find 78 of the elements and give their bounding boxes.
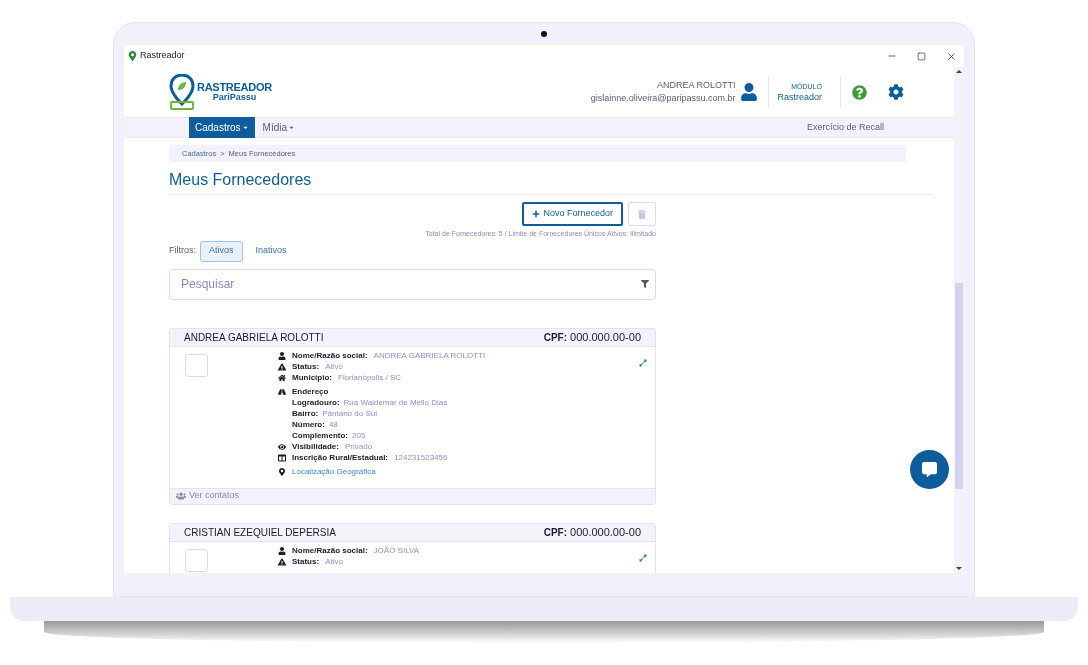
person-icon [278, 547, 286, 555]
trash-icon [638, 209, 646, 219]
filters-label: Filtros: [169, 244, 196, 258]
field-value: 48 [328, 419, 338, 431]
chat-button[interactable] [910, 450, 949, 489]
field-label: Número: [292, 419, 325, 431]
warning-icon [278, 363, 286, 371]
cpf-label: CPF: [543, 525, 568, 540]
contacts-link[interactable]: Ver contatos [189, 489, 240, 503]
field-label: Nome/Razão social: [292, 350, 368, 362]
new-supplier-button[interactable]: Novo Fornecedor [522, 202, 623, 226]
settings-icon[interactable] [888, 84, 904, 100]
supplier-name: ANDREA GABRIELA ROLOTTI [184, 330, 324, 345]
field-heading: Endereço [292, 386, 329, 398]
field-label: Status: [292, 556, 320, 568]
field-value: Ativo [325, 361, 343, 373]
scroll-up-icon[interactable] [956, 70, 962, 73]
caret-icon [288, 124, 296, 131]
field-value: Rua Waldemar de Mello Dias [343, 397, 448, 409]
cpf-label: CPF: [543, 330, 568, 345]
app-icon [128, 51, 137, 61]
field-value: ANDREA GABRIELA ROLOTTI [373, 350, 486, 362]
filter-tab[interactable]: Inativos [246, 240, 296, 262]
nav-menu[interactable]: Mídia [256, 117, 302, 138]
maximize-icon[interactable] [917, 51, 926, 61]
road-icon [278, 388, 286, 396]
cpf-value: 000.000.00-00 [570, 524, 641, 540]
field-label: Nome/Razão social: [292, 545, 368, 557]
field-value: Privado [345, 441, 373, 453]
eye-icon [278, 443, 286, 451]
map-pin-icon [278, 468, 286, 476]
chat-icon [922, 462, 937, 477]
people-icon [176, 491, 186, 501]
search-field[interactable]: Pesquisar [169, 268, 656, 300]
camera-icon [541, 31, 547, 37]
window-title: Rastreador [140, 49, 185, 63]
field-label: Inscrição Rural/Estadual: [292, 452, 389, 464]
plus-icon [532, 210, 541, 218]
expand-icon[interactable] [639, 553, 647, 562]
user-email: gislainne.oliveira@paripassu.com.br [590, 92, 736, 105]
field-label: Status: [292, 361, 320, 373]
filter-icon[interactable] [641, 279, 649, 288]
scrollbar-thumb[interactable] [955, 283, 963, 489]
page-title: Meus Fornecedores [169, 170, 313, 190]
logo-title: RASTREADOR [197, 82, 272, 93]
field-label: Complemento: [292, 430, 348, 442]
logo-subtitle: PariPassu [212, 93, 257, 102]
field-label: Visibilidade: [292, 441, 339, 453]
location-link[interactable]: Localização Geográfica [292, 466, 376, 478]
person-icon [278, 352, 286, 360]
user-name: ANDREA ROLOTTI [656, 79, 736, 92]
field-label: Logradouro: [292, 397, 340, 409]
scroll-down-icon[interactable] [956, 567, 962, 570]
caret-icon [241, 124, 249, 131]
field-value: JOÃO SILVA [373, 545, 420, 557]
field-value: Ativo [325, 556, 343, 568]
columns-icon [278, 454, 286, 462]
expand-icon[interactable] [639, 358, 647, 367]
close-icon[interactable] [946, 50, 957, 62]
module-name[interactable]: Rastreador [777, 92, 822, 103]
help-icon[interactable] [852, 84, 867, 100]
supplier-name: CRISTIAN EZEQUIEL DEPERSIA [184, 525, 336, 540]
nav-menu[interactable]: Cadastros [189, 117, 255, 138]
photo-placeholder [185, 353, 208, 377]
card-footer[interactable]: Ver contatos [170, 487, 655, 504]
field-label: Município: [292, 372, 332, 384]
logo-icon [169, 74, 195, 110]
field-value: Pântano do Sul [322, 408, 377, 420]
field-value: Florianópolis / SC [338, 372, 402, 384]
cpf-value: 000.000.00-00 [570, 329, 641, 345]
filter-tab[interactable]: Ativos [200, 240, 243, 262]
recall-link[interactable]: Exercício de Recall [806, 120, 884, 135]
field-label: Bairro: [292, 408, 319, 420]
user-icon[interactable] [740, 83, 759, 101]
field-value: 124231523456 [394, 452, 448, 464]
warning-icon [278, 558, 286, 566]
field-value: 205 [352, 430, 366, 442]
house-icon [278, 374, 286, 382]
